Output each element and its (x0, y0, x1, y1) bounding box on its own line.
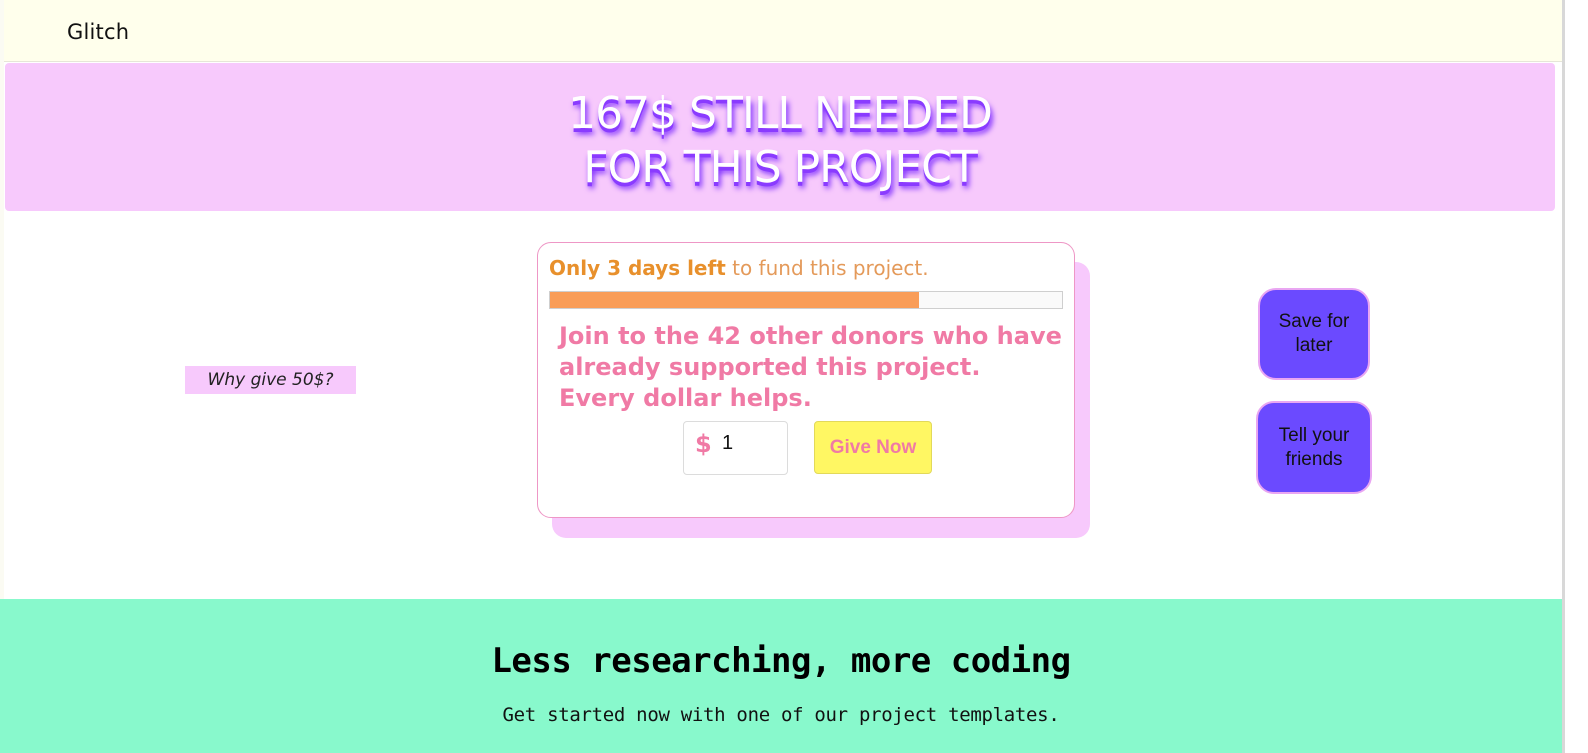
tell-your-friends-button[interactable]: Tell your friends (1256, 401, 1372, 494)
tell-friends-line-2: friends (1285, 448, 1343, 470)
top-bar: Glitch (4, 0, 1562, 62)
save-for-later-line-2: later (1295, 335, 1333, 356)
donors-message: Join to the 42 other donors who have alr… (559, 321, 1062, 414)
donors-message-line-2: already supported this project. (559, 353, 981, 381)
templates-section: Less researching, more coding Get starte… (0, 599, 1562, 753)
funding-banner: 167$ STILL NEEDED FOR THIS PROJECT (5, 63, 1555, 211)
give-now-button[interactable]: Give Now (814, 421, 932, 474)
templates-subheading: Get started now with one of our project … (502, 704, 1060, 726)
donation-amount-input[interactable] (722, 428, 777, 458)
page: Glitch 167$ STILL NEEDED FOR THIS PROJEC… (0, 0, 1588, 753)
tell-friends-line-1: Tell your (1278, 424, 1350, 446)
dollar-sign-icon: $ (695, 430, 712, 458)
banner-title-line-2: FOR THIS PROJECT (583, 142, 977, 193)
donation-card: Only 3 days left to fund this project. J… (537, 242, 1075, 518)
donors-message-line-3: Every dollar helps. (559, 384, 812, 412)
donation-amount-field[interactable]: $ (683, 421, 788, 475)
banner-title: 167$ STILL NEEDED FOR THIS PROJECT (5, 87, 1555, 195)
donors-message-line-1: Join to the 42 other donors who have (559, 322, 1062, 350)
why-give-link[interactable]: Why give 50$? (185, 366, 356, 394)
funding-progress-fill (550, 292, 919, 308)
templates-heading: Less researching, more coding (491, 641, 1071, 681)
days-left-text: Only 3 days left to fund this project. (549, 256, 929, 280)
save-for-later-line-1: Save for (1278, 311, 1350, 332)
page-right-margin (1565, 0, 1588, 753)
funding-progress-bar (549, 291, 1063, 309)
save-for-later-button[interactable]: Save for later (1258, 288, 1370, 380)
days-left-rest: to fund this project. (725, 256, 929, 280)
days-left-highlight: Only 3 days left (549, 256, 726, 280)
brand-link[interactable]: Glitch (67, 20, 129, 44)
banner-title-line-1: 167$ STILL NEEDED (568, 88, 993, 139)
